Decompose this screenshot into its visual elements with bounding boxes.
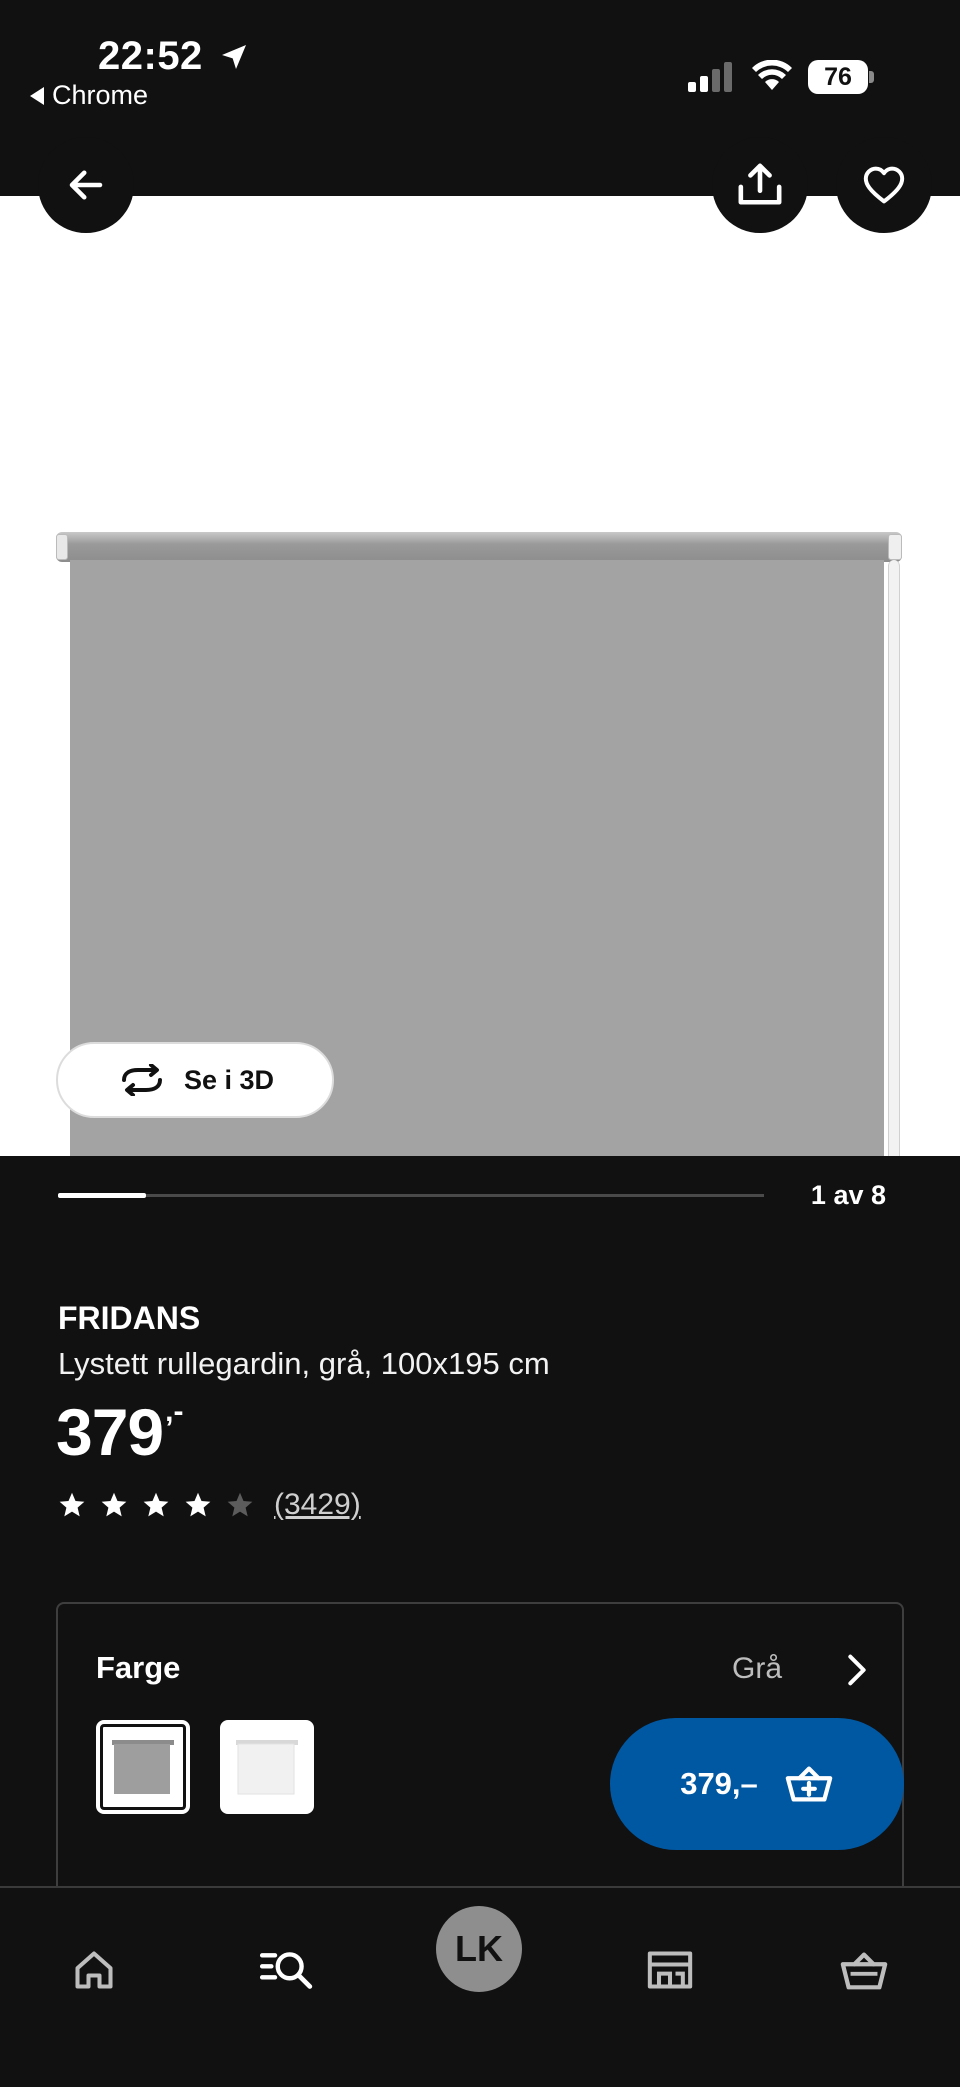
blind-cap-right — [888, 534, 902, 560]
color-value: Grå — [732, 1652, 783, 1685]
star-filled-icon — [59, 1492, 85, 1517]
product-description: Lystett rullegardin, grå, 100x195 cm — [58, 1346, 550, 1381]
view-3d-label: Se i 3D — [183, 1064, 275, 1095]
gallery-progress-fill — [58, 1193, 147, 1198]
chevron-right-icon[interactable] — [844, 1654, 870, 1686]
blind-cap-left — [56, 534, 68, 560]
store-icon — [647, 1951, 693, 1989]
nav-home[interactable] — [64, 1940, 124, 2000]
share-button[interactable] — [712, 137, 808, 233]
nav-store[interactable] — [640, 1940, 700, 2000]
color-swatch-gray[interactable] — [96, 1720, 190, 1814]
back-app-label: Chrome — [52, 80, 149, 110]
product-brand[interactable]: FRIDANS — [58, 1300, 200, 1337]
share-icon — [738, 163, 782, 205]
home-icon — [75, 1951, 113, 1989]
gallery-counter: 1 av 8 — [810, 1180, 886, 1210]
location-arrow-icon — [222, 45, 246, 69]
nav-basket[interactable] — [834, 1940, 894, 2000]
star-filled-icon — [101, 1492, 127, 1517]
back-triangle-icon — [30, 86, 44, 105]
blind-cord — [888, 560, 900, 1156]
color-swatch-white[interactable] — [220, 1720, 314, 1814]
product-image[interactable]: Se i 3D — [0, 196, 960, 1156]
wifi-icon — [752, 60, 792, 90]
back-to-app-link[interactable]: Chrome — [30, 80, 148, 111]
price-main: 379 — [56, 1395, 164, 1469]
view-3d-button[interactable]: Se i 3D — [56, 1042, 334, 1118]
arrow-left-icon — [69, 170, 103, 200]
nav-profile-avatar[interactable]: LK — [436, 1906, 522, 1992]
star-empty-icon — [227, 1492, 253, 1517]
review-count-link[interactable]: (3429) — [274, 1488, 361, 1522]
battery-level: 76 — [808, 60, 868, 94]
nav-search[interactable] — [256, 1940, 316, 2000]
color-label: Farge — [96, 1650, 181, 1685]
price-suffix: ,- — [165, 1395, 184, 1428]
battery-nub — [869, 71, 874, 83]
bottom-navigation: LK — [0, 1886, 960, 2087]
cellular-signal-icon — [688, 62, 732, 92]
star-filled-icon — [185, 1492, 211, 1517]
back-button[interactable] — [38, 137, 134, 233]
basket-icon — [840, 1952, 888, 1990]
blind-roller — [56, 532, 902, 562]
swatch-white-image — [236, 1740, 298, 1795]
add-to-cart-button[interactable]: 379,– — [610, 1718, 904, 1850]
battery-indicator: 76 — [808, 60, 874, 94]
add-to-cart-label: 379,– — [680, 1766, 758, 1801]
status-time: 22:52 — [98, 34, 203, 78]
product-rating[interactable]: (3429) — [58, 1488, 361, 1522]
status-bar: 22:52 Chrome 76 — [0, 0, 960, 196]
star-filled-icon — [143, 1492, 169, 1517]
basket-plus-icon — [785, 1766, 833, 1802]
search-list-icon — [259, 1952, 313, 1989]
favorite-button[interactable] — [836, 137, 932, 233]
rotate-3d-icon — [121, 1064, 162, 1096]
product-price: 379 ,- — [56, 1392, 183, 1472]
gallery-progress — [58, 1193, 764, 1198]
heart-icon — [863, 166, 905, 204]
swatch-gray-image — [112, 1740, 174, 1794]
